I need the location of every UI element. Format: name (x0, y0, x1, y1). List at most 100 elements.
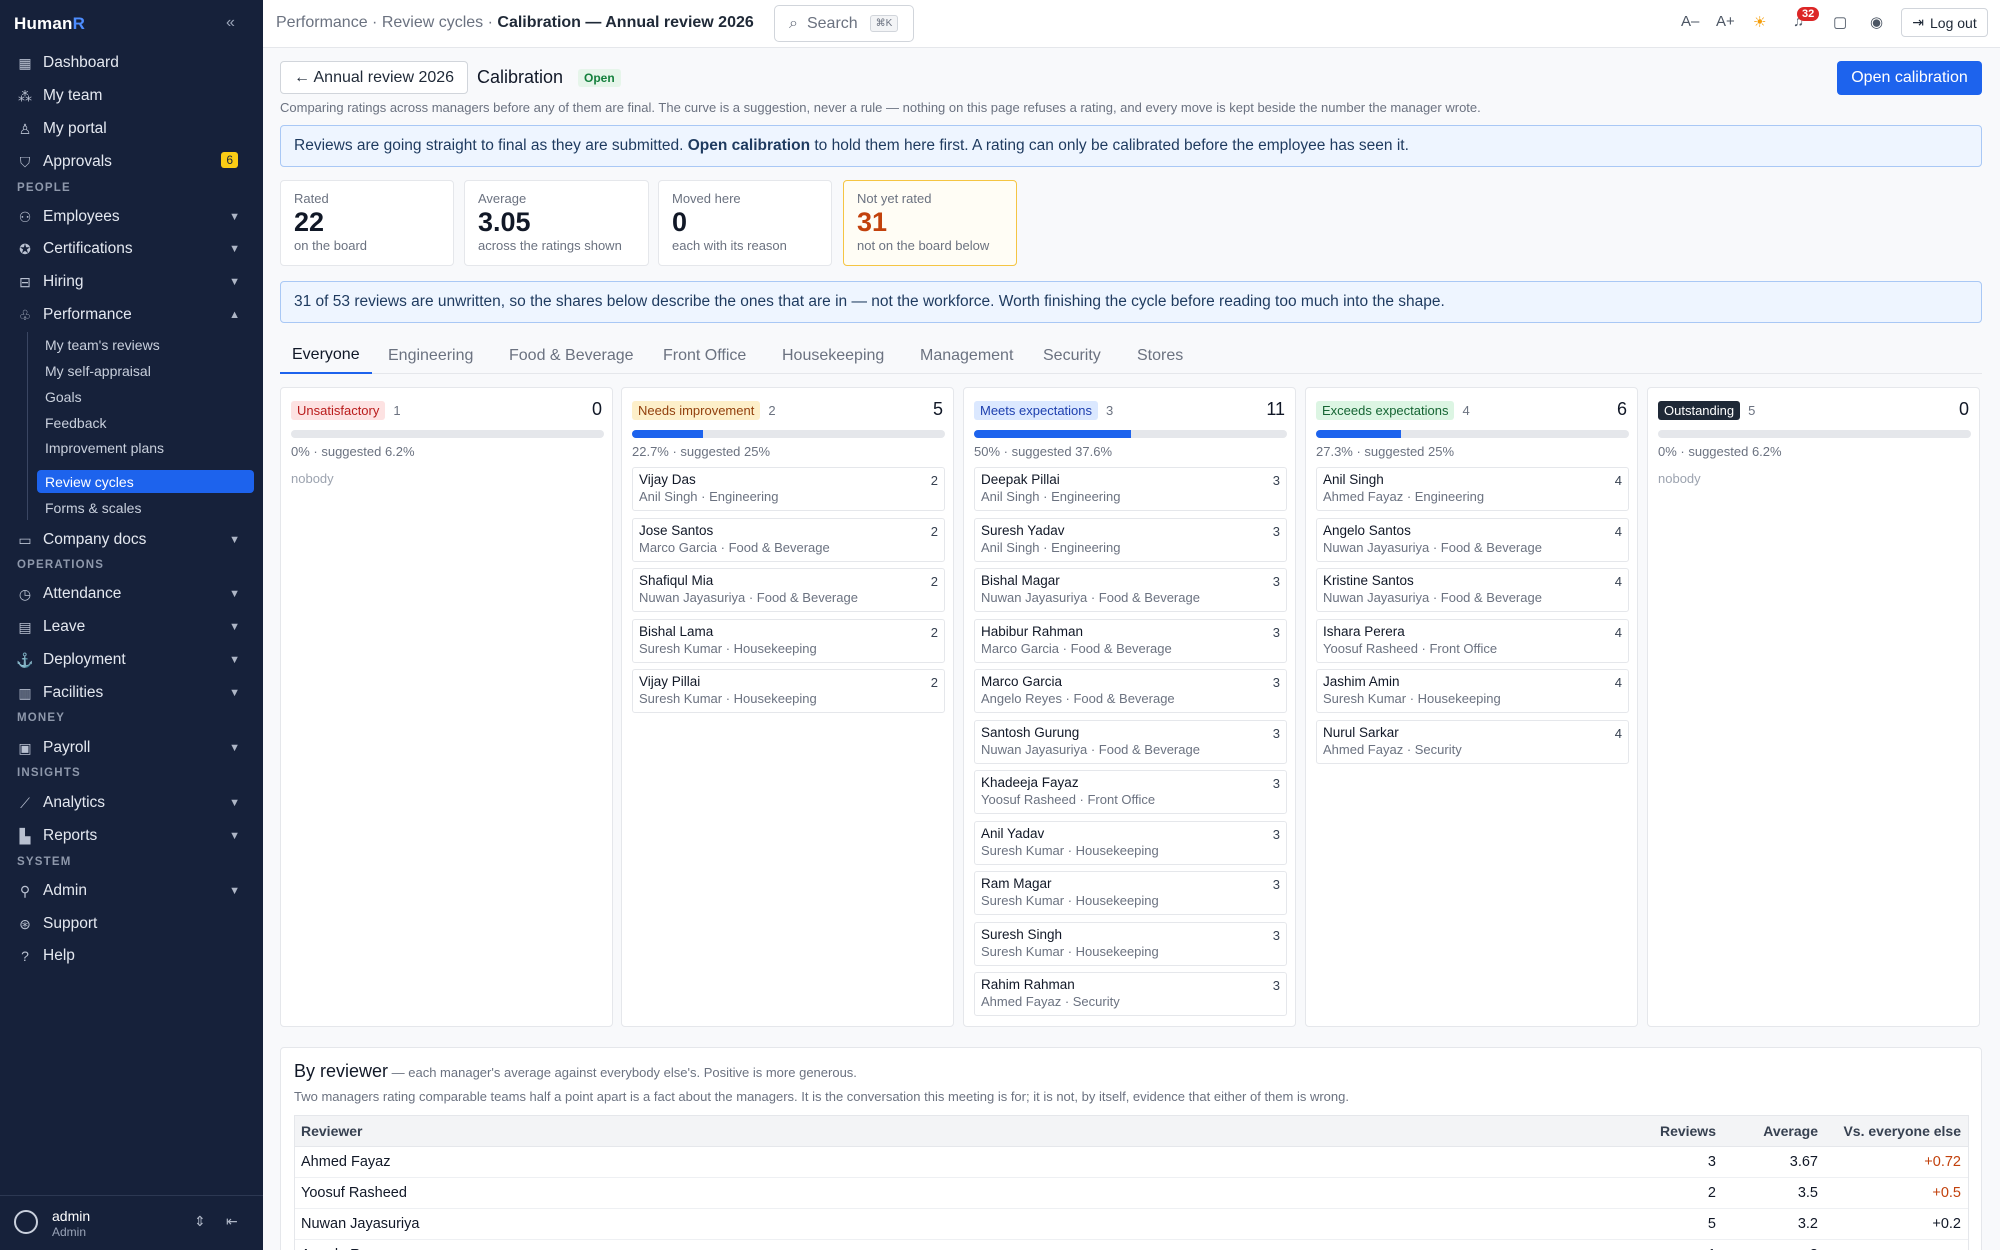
employee-card[interactable]: Anil Yadav Suresh Kumar · Housekeeping 3 (974, 820, 1287, 865)
sidebar-item-certifications[interactable]: ✪ Certifications ▼ (17, 235, 248, 263)
column-header: Meets expectations 3 (974, 401, 1113, 420)
sidebar-item-reports[interactable]: ▙ Reports ▼ (17, 822, 248, 850)
employee-card[interactable]: Rahim Rahman Ahmed Fayaz · Security 3 (974, 972, 1287, 1016)
employee-card[interactable]: Suresh Singh Suresh Kumar · Housekeeping… (974, 921, 1287, 966)
employee-card[interactable]: Suresh Yadav Anil Singh · Engineering 3 (974, 517, 1287, 562)
sidebar-item-company-docs[interactable]: ▭ Company docs ▼ (17, 526, 248, 554)
employee-card[interactable]: Shafiqul Mia Nuwan Jayasuriya · Food & B… (632, 568, 945, 612)
table-row[interactable]: Angelo Reyes 1 3 (295, 1240, 1968, 1250)
sidebar-sub-my-teams-reviews[interactable]: My team's reviews (37, 333, 254, 356)
employee-meta: Marco Garcia · Food & Beverage (981, 640, 1172, 656)
sidebar-item-support[interactable]: ⊛ Support (17, 910, 248, 938)
employee-card[interactable]: Vijay Das Anil Singh · Engineering 2 (632, 467, 945, 511)
employee-card[interactable]: Santosh Gurung Nuwan Jayasuriya · Food &… (974, 719, 1287, 764)
employee-card[interactable]: Habibur Rahman Marco Garcia · Food & Bev… (974, 618, 1287, 663)
status-badge: Open (578, 69, 621, 87)
employee-card[interactable]: Jose Santos Marco Garcia · Food & Bevera… (632, 517, 945, 562)
tab-engineering[interactable]: Engineering (388, 338, 473, 374)
employee-card[interactable]: Ishara Perera Yoosuf Rasheed · Front Off… (1316, 618, 1629, 663)
table-row[interactable]: Ahmed Fayaz 3 3.67 +0.72 (295, 1147, 1968, 1178)
message-icon[interactable]: ▢ (1833, 13, 1847, 31)
employee-rating: 3 (1272, 675, 1280, 690)
sidebar-item-my-team[interactable]: ⁂ My team (17, 82, 248, 110)
tab-everyone[interactable]: Everyone (280, 338, 372, 374)
chevron-down-icon: ▼ (229, 276, 240, 288)
tab-housekeeping[interactable]: Housekeeping (782, 338, 884, 374)
tab-front-office[interactable]: Front Office (663, 338, 746, 374)
sign-out-icon[interactable]: ⇤ (226, 1213, 238, 1230)
logout-button[interactable]: ⇥ Log out (1901, 8, 1988, 37)
employee-rating: 3 (1272, 826, 1280, 842)
tab-management[interactable]: Management (920, 338, 1013, 374)
sidebar-sub-improvement-plans[interactable]: Improvement plans (37, 436, 254, 459)
rating-score: 1 (393, 403, 401, 418)
sidebar-item-hiring[interactable]: ⊟ Hiring ▼ (17, 268, 248, 296)
employee-name: Deepak Pillai (981, 472, 1060, 487)
tab-food-beverage[interactable]: Food & Beverage (509, 338, 634, 374)
employee-card[interactable]: Deepak Pillai Anil Singh · Engineering 3 (974, 467, 1287, 511)
employee-card[interactable]: Bishal Magar Nuwan Jayasuriya · Food & B… (974, 568, 1287, 612)
column-header: Unsatisfactory 1 (291, 401, 401, 420)
employee-name: Bishal Lama (639, 623, 714, 639)
crumb-review-cycles[interactable]: Review cycles (382, 14, 483, 31)
sidebar-item-performance[interactable]: ♧ Performance ▲ (17, 301, 248, 329)
sidebar-sub-forms-scales[interactable]: Forms & scales (37, 496, 254, 519)
table-row[interactable]: Yoosuf Rasheed 2 3.5 +0.5 (295, 1178, 1968, 1209)
department-tabs: Everyone Engineering Food & Beverage Fro… (280, 338, 1982, 374)
sidebar-sub-feedback[interactable]: Feedback (37, 411, 254, 434)
sidebar: HumanR « ▦ Dashboard ⁂ My team ♙ My portal … (0, 0, 263, 1250)
employee-card[interactable]: Vijay Pillai Suresh Kumar · Housekeeping… (632, 669, 945, 713)
sidebar-item-admin[interactable]: ⚲ Admin ▼ (17, 877, 248, 905)
chevron-down-icon: ▼ (229, 243, 240, 255)
page-subtitle: Comparing ratings across managers before… (280, 100, 1481, 115)
sidebar-item-dashboard[interactable]: ▦ Dashboard (17, 49, 248, 77)
crumb-performance[interactable]: Performance (276, 14, 368, 31)
sidebar-item-deployment[interactable]: ⚓ Deployment ▼ (16, 646, 248, 674)
sidebar-item-leave[interactable]: ▤ Leave ▼ (17, 613, 248, 641)
share-bar (974, 430, 1287, 438)
sidebar-sub-goals[interactable]: Goals (37, 385, 254, 408)
employee-meta: Nuwan Jayasuriya · Food & Beverage (1323, 539, 1542, 555)
reviewer-vs: +0.5 (1932, 1185, 1961, 1201)
sidebar-item-payroll[interactable]: ▣ Payroll ▼ (17, 734, 248, 762)
sidebar-item-my-portal[interactable]: ♙ My portal (17, 115, 248, 143)
employee-card[interactable]: Kristine Santos Nuwan Jayasuriya · Food … (1316, 568, 1629, 612)
tab-security[interactable]: Security (1043, 338, 1101, 374)
employee-card[interactable]: Angelo Santos Nuwan Jayasuriya · Food & … (1316, 517, 1629, 562)
employee-card[interactable]: Marco Garcia Angelo Reyes · Food & Bever… (974, 669, 1287, 713)
employee-rating: 4 (1614, 725, 1622, 741)
sidebar-item-help[interactable]: ? Help (17, 942, 248, 970)
account-icon[interactable]: ◉ (1870, 13, 1883, 31)
share-bar (291, 430, 604, 438)
employee-card[interactable]: Ram Magar Suresh Kumar · Housekeeping 3 (974, 871, 1287, 915)
sidebar-sub-my-self-appraisal[interactable]: My self-appraisal (37, 359, 254, 382)
sidebar-item-facilities[interactable]: ▥ Facilities ▼ (17, 679, 248, 707)
sidebar-sub-review-cycles[interactable]: Review cycles (37, 470, 254, 493)
sidebar-item-employees[interactable]: ⚇ Employees ▼ (17, 203, 248, 231)
sidebar-item-approvals[interactable]: ⛉ Approvals 6 (17, 148, 248, 176)
font-increase-button[interactable]: A+ (1716, 13, 1735, 30)
employee-card[interactable]: Anil Singh Ahmed Fayaz · Engineering 4 (1316, 467, 1629, 511)
sidebar-item-analytics[interactable]: ⟋ Analytics ▼ (17, 789, 248, 817)
employee-card[interactable]: Khadeeja Fayaz Yoosuf Rasheed · Front Of… (974, 770, 1287, 814)
app-logo[interactable]: HumanR (14, 14, 85, 34)
employee-card[interactable]: Nurul Sarkar Ahmed Fayaz · Security 4 (1316, 719, 1629, 764)
collapse-sidebar-icon[interactable]: « (226, 14, 235, 32)
share-bar-fill (1316, 430, 1402, 438)
employee-card[interactable]: Bishal Lama Suresh Kumar · Housekeeping … (632, 618, 945, 663)
expand-icon[interactable]: ⇕ (194, 1213, 206, 1230)
sidebar-item-attendance[interactable]: ◷ Attendance ▼ (17, 580, 248, 608)
back-button[interactable]: ← Annual review 2026 (280, 61, 468, 94)
calendar-icon: ▤ (18, 618, 32, 635)
font-decrease-button[interactable]: A– (1681, 13, 1699, 30)
tab-stores[interactable]: Stores (1137, 338, 1183, 374)
sun-icon[interactable]: ☀ (1753, 13, 1766, 31)
open-calibration-button[interactable]: Open calibration (1837, 61, 1982, 95)
avatar[interactable] (14, 1210, 38, 1234)
search-input[interactable]: ⌕ Search ⌘K (774, 5, 914, 42)
employee-name: Marco Garcia (981, 674, 1063, 689)
stat-moved: Moved here 0 each with its reason (658, 180, 832, 266)
open-calibration-link[interactable]: Open calibration (688, 137, 810, 155)
table-row[interactable]: Nuwan Jayasuriya 5 3.2 +0.2 (295, 1209, 1968, 1240)
employee-card[interactable]: Jashim Amin Suresh Kumar · Housekeeping … (1316, 669, 1629, 713)
